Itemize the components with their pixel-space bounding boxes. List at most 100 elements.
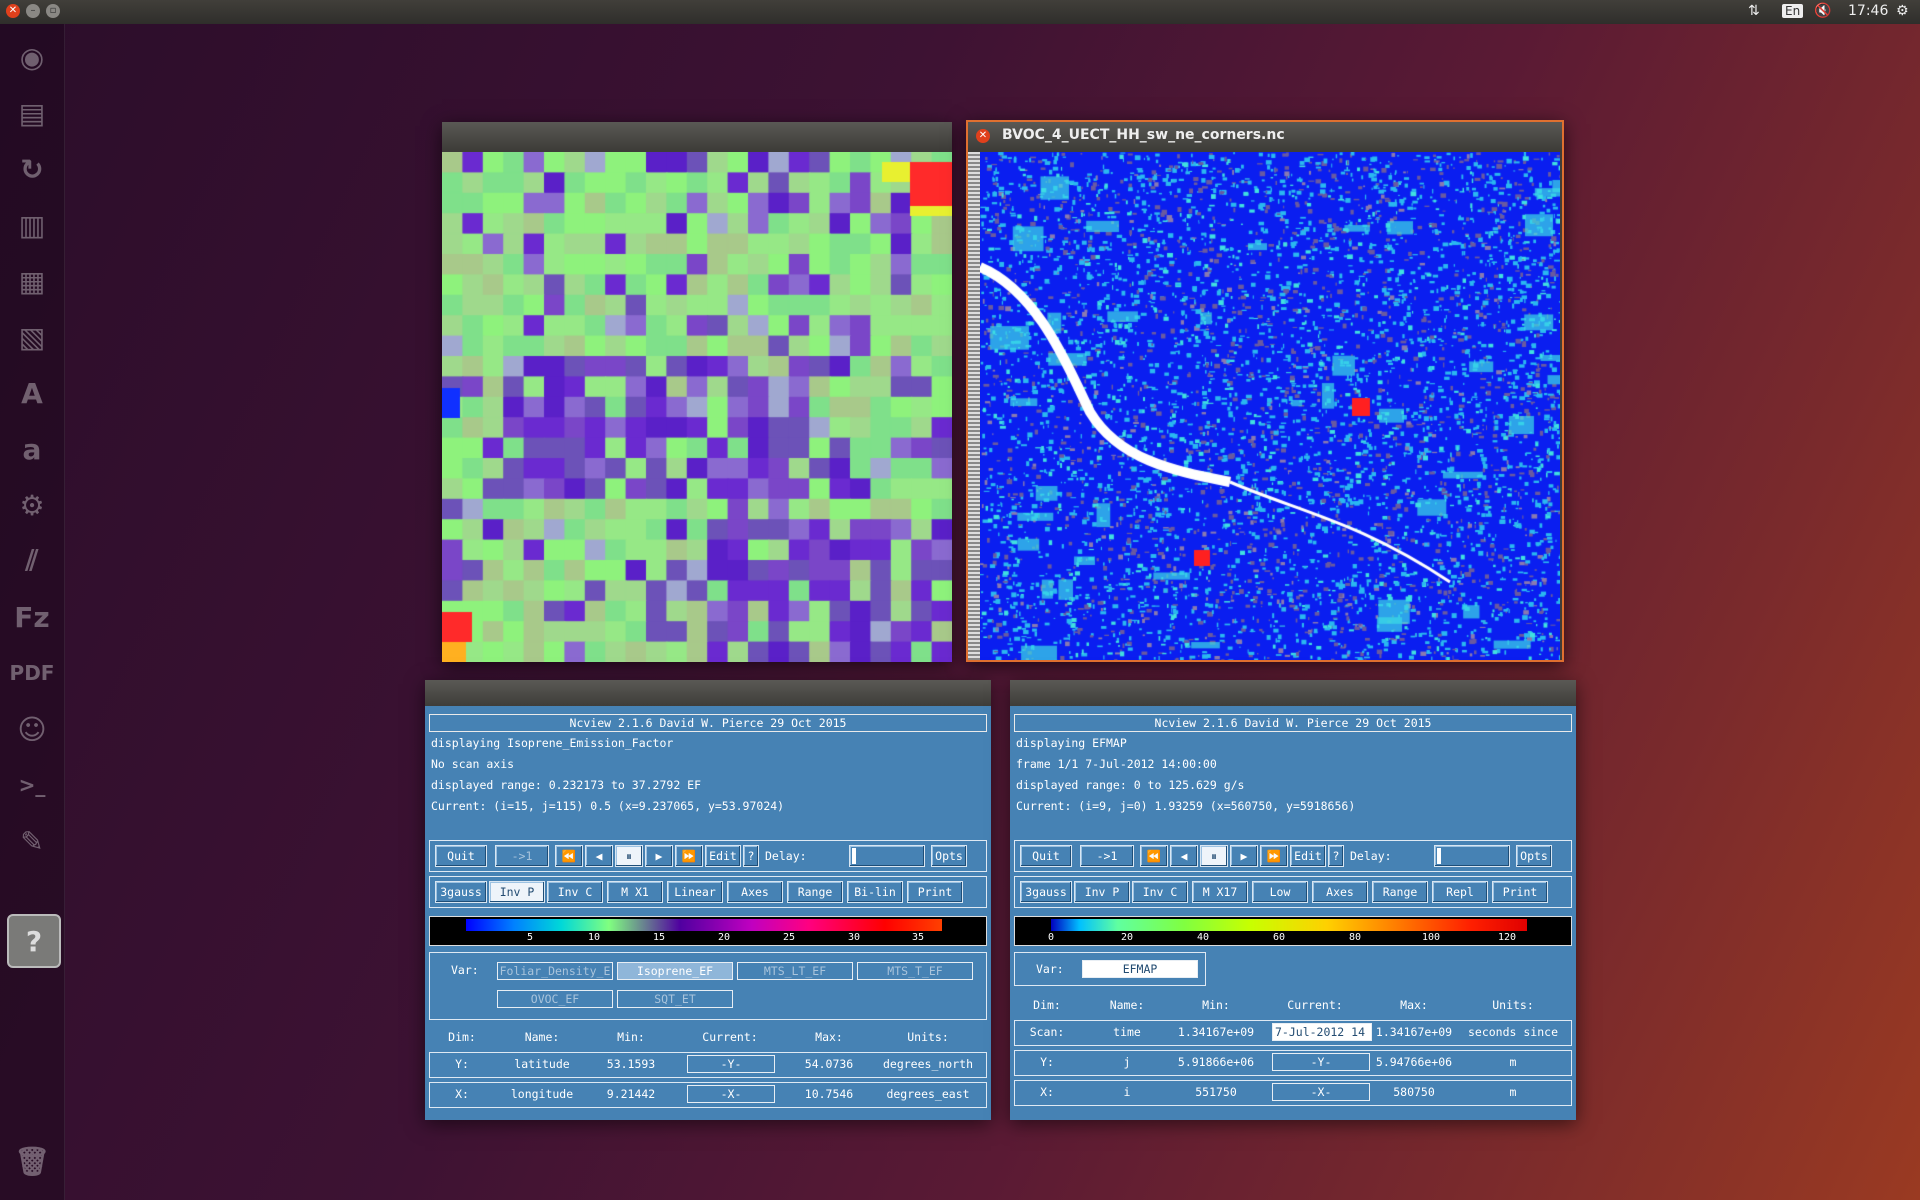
dim-current-button[interactable]: -X- — [687, 1085, 775, 1103]
dim-current-button[interactable]: -Y- — [1272, 1053, 1370, 1071]
var-button-mts-lt-ef[interactable]: MTS_LT_EF — [737, 962, 853, 980]
rewind-button[interactable]: ⏪ — [1140, 845, 1168, 867]
var-button-isoprene-ef[interactable]: Isoprene_EF — [617, 962, 733, 980]
close-window-icon[interactable]: ✕ — [6, 4, 20, 18]
back-button[interactable]: ◀ — [585, 845, 613, 867]
help-button[interactable]: ? — [1328, 845, 1344, 867]
calc-icon[interactable]: ▦ — [7, 256, 57, 306]
interpolation-button[interactable]: Repl — [1432, 881, 1488, 903]
colorbar-tick: 5 — [526, 932, 534, 943]
backup-icon[interactable]: ↻ — [7, 144, 57, 194]
stripes-icon[interactable]: ⫽ — [7, 536, 57, 586]
software-center-icon[interactable]: A — [7, 368, 57, 418]
rewind-button[interactable]: ⏪ — [555, 845, 583, 867]
clock[interactable]: 17:46 — [1848, 3, 1888, 19]
min-header: Min: — [1202, 998, 1230, 1012]
opts-button[interactable]: Opts — [1516, 845, 1552, 867]
sound-muted-icon[interactable]: 🔇 — [1814, 3, 1831, 19]
transform-button[interactable]: Low — [1252, 881, 1308, 903]
dim-current-field[interactable]: 7-Jul-2012 14 — [1272, 1023, 1372, 1041]
print-button[interactable]: Print — [1492, 881, 1548, 903]
invert-physical-button[interactable]: Inv P — [1074, 881, 1130, 903]
magnification-button[interactable]: M X17 — [1192, 881, 1248, 903]
fast-forward-button[interactable]: ⏩ — [675, 845, 703, 867]
efmap-image[interactable] — [980, 152, 1560, 660]
dim-label: X: — [455, 1087, 469, 1101]
invert-physical-button[interactable]: Inv P — [489, 881, 545, 903]
var-button-ovoc-ef[interactable]: OVOC_EF — [497, 990, 613, 1008]
colorbar-tick: 100 — [1421, 932, 1441, 943]
window-titlebar[interactable]: ✕ BVOC_4_UECT_HH_sw_ne_corners.nc — [968, 122, 1562, 150]
pause-button[interactable]: ⏸ — [1200, 845, 1228, 867]
forward-button[interactable]: ▶ — [1230, 845, 1258, 867]
close-icon[interactable]: ✕ — [976, 129, 990, 143]
edit-button[interactable]: Edit — [705, 845, 741, 867]
delay-slider[interactable] — [849, 845, 925, 867]
var-button-sqt-et[interactable]: SQT_ET — [617, 990, 733, 1008]
keyboard-layout-indicator[interactable]: En — [1782, 4, 1804, 18]
colormap-3gauss-button[interactable]: 3gauss — [1020, 881, 1072, 903]
colorbar-tick: 20 — [717, 932, 731, 943]
colorbar-tick: 35 — [911, 932, 925, 943]
dim-label: X: — [1040, 1085, 1054, 1099]
edit-button[interactable]: Edit — [1290, 845, 1326, 867]
dim-units: seconds since — [1467, 1025, 1558, 1039]
colorbar-tick: 15 — [652, 932, 666, 943]
window-titlebar[interactable] — [425, 680, 991, 706]
invert-colormap-button[interactable]: Inv C — [1132, 881, 1188, 903]
interpolation-button[interactable]: Bi-lin — [847, 881, 903, 903]
dim-units: degrees_east — [886, 1087, 970, 1101]
dim-current-button[interactable]: -Y- — [687, 1055, 775, 1073]
var-button-efmap[interactable]: EFMAP — [1082, 960, 1198, 978]
colorbar: 5 10 15 20 25 30 35 — [429, 916, 987, 946]
step-button[interactable]: ->1 — [1080, 845, 1134, 867]
colormap-3gauss-button[interactable]: 3gauss — [435, 881, 487, 903]
pause-button[interactable]: ⏸ — [615, 845, 643, 867]
magnification-button[interactable]: M X1 — [607, 881, 663, 903]
axes-button[interactable]: Axes — [1312, 881, 1368, 903]
text-editor-icon[interactable]: ✎ — [7, 816, 57, 866]
maximize-window-icon[interactable]: ▫ — [46, 4, 60, 18]
minimize-window-icon[interactable]: – — [26, 4, 40, 18]
help-button[interactable]: ? — [743, 845, 759, 867]
step-button[interactable]: ->1 — [495, 845, 549, 867]
axes-button[interactable]: Axes — [727, 881, 783, 903]
max-header: Max: — [1400, 998, 1428, 1012]
print-button[interactable]: Print — [907, 881, 963, 903]
isoprene-map-image[interactable] — [442, 152, 952, 662]
dim-units: m — [1509, 1085, 1517, 1099]
amazon-icon[interactable]: a — [7, 424, 57, 474]
terminal-icon[interactable]: >_ — [7, 760, 57, 810]
opts-button[interactable]: Opts — [931, 845, 967, 867]
help-icon[interactable]: ? — [7, 914, 61, 968]
range-button[interactable]: Range — [1372, 881, 1428, 903]
var-button-foliar-density[interactable]: Foliar_Density_E — [497, 962, 613, 980]
invert-colormap-button[interactable]: Inv C — [547, 881, 603, 903]
network-icon[interactable]: ⇅ — [1748, 3, 1760, 19]
ubuntu-logo-icon[interactable]: ◉ — [7, 32, 57, 82]
fast-forward-button[interactable]: ⏩ — [1260, 845, 1288, 867]
forward-button[interactable]: ▶ — [645, 845, 673, 867]
gimp-icon[interactable]: ☺ — [7, 704, 57, 754]
impress-icon[interactable]: ▧ — [7, 312, 57, 362]
window-titlebar[interactable] — [1010, 680, 1576, 706]
trash-icon[interactable]: 🗑 — [7, 1136, 57, 1186]
window-titlebar[interactable] — [442, 122, 952, 150]
back-button[interactable]: ◀ — [1170, 845, 1198, 867]
var-button-mts-t-ef[interactable]: MTS_T_EF — [857, 962, 973, 980]
session-gear-icon[interactable]: ⚙ — [1896, 3, 1909, 19]
filezilla-icon[interactable]: Fz — [7, 592, 57, 642]
quit-button[interactable]: Quit — [1020, 845, 1072, 867]
writer-icon[interactable]: ▥ — [7, 200, 57, 250]
pdf-icon[interactable]: PDF — [7, 648, 57, 698]
dim-min: 5.91866e+06 — [1177, 1055, 1255, 1069]
quit-button[interactable]: Quit — [435, 845, 487, 867]
dim-current-button[interactable]: -X- — [1272, 1083, 1370, 1101]
delay-slider[interactable] — [1434, 845, 1510, 867]
transform-button[interactable]: Linear — [667, 881, 723, 903]
delay-label: Delay: — [1350, 849, 1392, 863]
settings-icon[interactable]: ⚙ — [7, 480, 57, 530]
range-button[interactable]: Range — [787, 881, 843, 903]
files-icon[interactable]: ▤ — [7, 88, 57, 138]
colorbar-gradient — [466, 919, 942, 931]
